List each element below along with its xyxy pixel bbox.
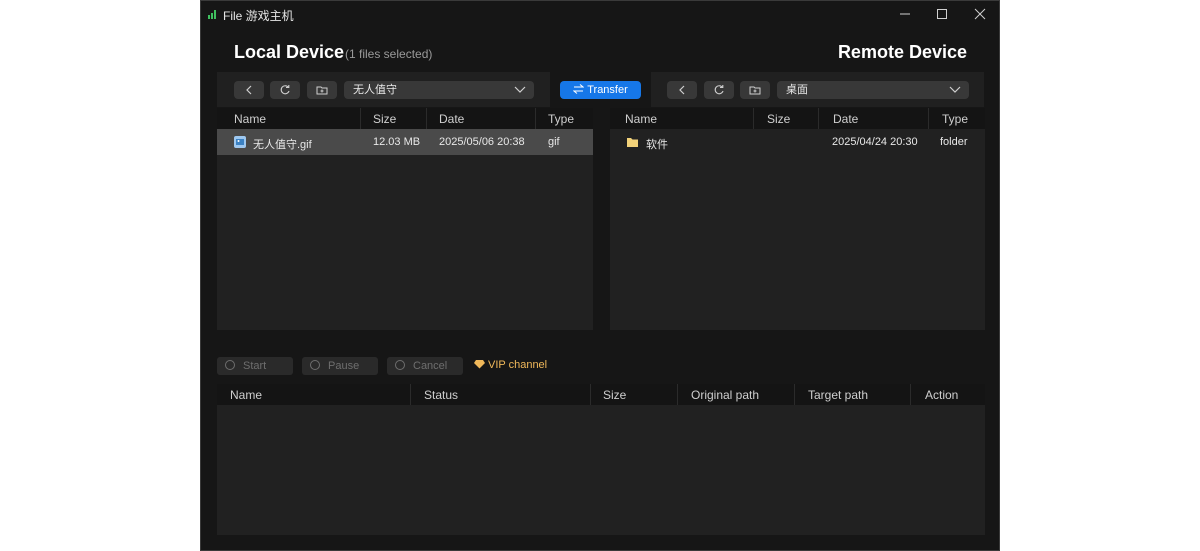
table-row[interactable]: 无人值守.gif 12.03 MB 2025/05/06 20:38 gif — [217, 129, 593, 155]
transfer-queue-table: Name Status Size Original path Target pa… — [217, 384, 985, 535]
remote-refresh-button[interactable] — [704, 81, 734, 99]
file-transfer-window: File 游戏主机 Local Device (1 files selected… — [200, 0, 1000, 551]
refresh-icon — [714, 85, 724, 95]
local-new-folder-button[interactable] — [307, 81, 337, 99]
file-date: 2025/04/24 20:30 — [832, 136, 918, 148]
queue-col-target-path[interactable]: Target path — [808, 388, 868, 402]
remote-path-value: 桌面 — [786, 84, 808, 96]
remote-file-table: Name Size Date Type 软件 2025/04/24 20:30 … — [610, 108, 985, 330]
file-name: 软件 — [646, 139, 668, 151]
diamond-icon — [474, 360, 485, 369]
start-label: Start — [243, 360, 267, 372]
swap-arrows-icon — [572, 84, 585, 94]
file-date: 2025/05/06 20:38 — [439, 136, 525, 148]
pause-circle-icon — [310, 360, 320, 370]
minimize-icon — [900, 13, 910, 15]
queue-col-name[interactable]: Name — [230, 388, 262, 402]
title-bar: File 游戏主机 — [201, 1, 999, 27]
queue-col-size[interactable]: Size — [603, 388, 626, 402]
pause-label: Pause — [328, 360, 360, 372]
pause-button[interactable]: Pause — [302, 357, 378, 375]
vip-channel-link[interactable]: VIP channel — [474, 359, 547, 371]
transfer-button[interactable]: Transfer — [560, 81, 641, 99]
remote-col-type[interactable]: Type — [942, 112, 968, 126]
file-name: 无人值守.gif — [253, 139, 312, 151]
queue-col-original-path[interactable]: Original path — [691, 388, 759, 402]
local-col-size[interactable]: Size — [373, 112, 396, 126]
transfer-label: Transfer — [587, 84, 628, 96]
remote-toolbar: 桌面 — [651, 72, 984, 107]
local-path-select[interactable]: 无人值守 — [344, 81, 534, 99]
close-icon — [974, 8, 986, 20]
remote-device-heading: Remote Device — [837, 42, 967, 62]
refresh-icon — [280, 85, 290, 95]
file-type: gif — [548, 136, 560, 148]
local-col-name[interactable]: Name — [234, 112, 266, 126]
remote-back-button[interactable] — [667, 81, 697, 99]
remote-col-date[interactable]: Date — [833, 112, 858, 126]
file-size: 12.03 MB — [373, 136, 421, 148]
local-device-heading: Local Device — [234, 42, 345, 62]
queue-col-status[interactable]: Status — [424, 388, 458, 402]
remote-col-name[interactable]: Name — [625, 112, 657, 126]
minimize-button[interactable] — [887, 1, 923, 27]
cancel-circle-icon — [395, 360, 405, 370]
table-row[interactable]: 软件 2025/04/24 20:30 folder — [610, 129, 985, 155]
local-file-table: Name Size Date Type 无人值守.gif 12.03 MB 20… — [217, 108, 593, 330]
new-folder-icon — [749, 86, 761, 95]
gif-file-icon — [234, 136, 246, 148]
local-col-type[interactable]: Type — [548, 112, 574, 126]
play-circle-icon — [225, 360, 235, 370]
folder-icon — [627, 138, 638, 147]
chevron-left-icon — [246, 85, 252, 95]
cancel-button[interactable]: Cancel — [387, 357, 463, 375]
chevron-left-icon — [679, 85, 685, 95]
close-button[interactable] — [962, 1, 998, 27]
selection-count: (1 files selected) — [345, 47, 433, 61]
window-title: File 游戏主机 — [223, 9, 294, 23]
queue-col-action[interactable]: Action — [925, 388, 958, 402]
local-toolbar: 无人值守 — [217, 72, 550, 107]
local-back-button[interactable] — [234, 81, 264, 99]
new-folder-icon — [316, 86, 328, 95]
chevron-down-icon — [949, 86, 961, 93]
vip-label: VIP channel — [488, 359, 548, 371]
local-path-value: 无人值守 — [353, 84, 397, 96]
local-table-header: Name Size Date Type — [217, 108, 593, 129]
maximize-icon — [937, 9, 947, 19]
signal-icon — [208, 10, 217, 19]
cancel-label: Cancel — [413, 360, 448, 372]
maximize-button[interactable] — [924, 1, 960, 27]
remote-col-size[interactable]: Size — [767, 112, 790, 126]
remote-new-folder-button[interactable] — [740, 81, 770, 99]
start-button[interactable]: Start — [217, 357, 293, 375]
file-type: folder — [940, 136, 968, 148]
queue-table-header: Name Status Size Original path Target pa… — [217, 384, 985, 405]
remote-path-select[interactable]: 桌面 — [777, 81, 969, 99]
chevron-down-icon — [514, 86, 526, 93]
local-col-date[interactable]: Date — [439, 112, 464, 126]
remote-table-header: Name Size Date Type — [610, 108, 985, 129]
local-refresh-button[interactable] — [270, 81, 300, 99]
